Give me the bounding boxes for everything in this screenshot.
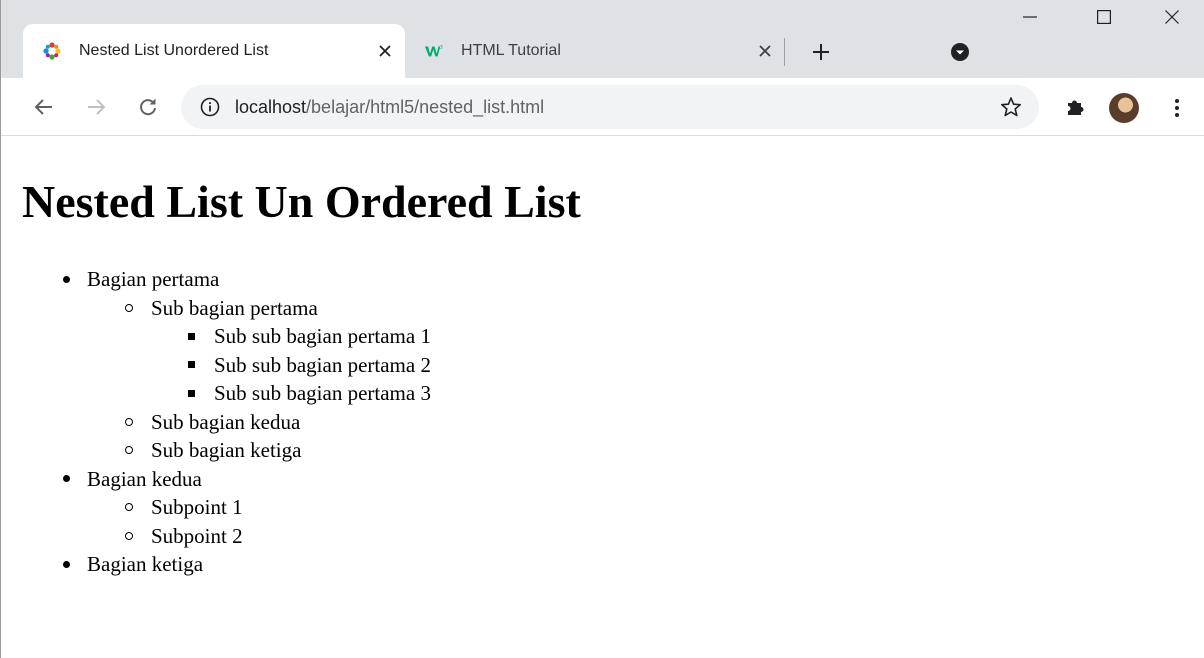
nested-list: Bagian pertama Sub bagian pertama Sub sub …: [1, 265, 431, 579]
list-item-label: Sub sub bagian pertama 2: [214, 352, 431, 377]
reload-button[interactable]: [133, 92, 163, 122]
svg-text:3: 3: [440, 44, 443, 50]
url-path: /belajar/html5/nested_list.html: [306, 96, 545, 117]
extensions-puzzle-icon[interactable]: [1061, 93, 1089, 121]
circle-bullet-icon: [125, 493, 133, 522]
forward-button[interactable]: [81, 92, 111, 122]
square-bullet-icon: [188, 322, 195, 351]
browser-window: Nested List Unordered List 3 HTML Tutori…: [0, 0, 1204, 658]
w3schools-icon: 3: [425, 42, 443, 60]
maximize-icon: [1097, 10, 1111, 24]
browser-toolbar: localhost/belajar/html5/nested_list.html: [1, 78, 1204, 136]
list-item-label: Bagian ketiga: [87, 552, 204, 576]
square-bullet-icon: [188, 379, 195, 408]
list-item: Bagian kedua: [1, 465, 431, 494]
tab-nested-list[interactable]: Nested List Unordered List: [23, 24, 405, 78]
list-item: Subpoint 1: [1, 493, 431, 522]
circle-bullet-icon: [125, 294, 133, 323]
list-item: Sub bagian ketiga: [1, 436, 431, 465]
list-item-label: Bagian pertama: [87, 267, 220, 291]
tab-separator: [784, 38, 785, 66]
circle-bullet-icon: [125, 522, 133, 551]
tab-strip: Nested List Unordered List 3 HTML Tutori…: [1, 0, 1204, 78]
list-item-label: Sub bagian kedua: [151, 409, 301, 434]
circle-bullet-icon: [125, 408, 133, 437]
address-bar[interactable]: localhost/belajar/html5/nested_list.html: [181, 85, 1039, 129]
list-item-label: Sub bagian ketiga: [151, 438, 302, 462]
list-item-label: Sub bagian pertama: [151, 295, 318, 320]
list-item-label: Sub sub bagian pertama 3: [214, 381, 431, 405]
url-text: localhost/belajar/html5/nested_list.html: [235, 97, 544, 118]
new-tab-button[interactable]: [807, 38, 835, 66]
list-item: Sub sub bagian pertama 3: [1, 379, 431, 408]
disc-bullet-icon: [63, 265, 70, 294]
info-icon[interactable]: [199, 96, 221, 118]
disc-bullet-icon: [63, 465, 70, 494]
minimize-icon: [1023, 16, 1037, 18]
arrow-left-icon: [34, 99, 52, 115]
list-item: Sub sub bagian pertama 2: [1, 351, 431, 380]
close-tab-icon[interactable]: [373, 39, 397, 63]
close-window-button[interactable]: [1139, 0, 1204, 34]
page-content: Nested List Un Ordered List Bagian perta…: [1, 137, 1204, 658]
chevron-down-circle-icon: [951, 43, 969, 61]
colorful-puzzle-icon: [43, 42, 61, 60]
list-item-label: Sub sub bagian pertama 1: [214, 324, 431, 348]
list-item-label: Subpoint 2: [151, 523, 243, 548]
page-heading: Nested List Un Ordered List: [22, 176, 581, 227]
close-icon: [1165, 10, 1179, 24]
minimize-button[interactable]: [997, 0, 1063, 34]
tab-title: HTML Tutorial: [461, 42, 561, 59]
list-item-label: Bagian kedua: [87, 466, 202, 491]
close-tab-icon[interactable]: [753, 39, 777, 63]
list-item: Subpoint 2: [1, 522, 431, 551]
maximize-button[interactable]: [1071, 0, 1137, 34]
plus-icon: [813, 44, 829, 60]
list-item: Sub bagian pertama: [1, 294, 431, 323]
url-host: localhost: [235, 96, 307, 117]
list-item: Sub sub bagian pertama 1: [1, 322, 431, 351]
list-item: Sub bagian kedua: [1, 408, 431, 437]
disc-bullet-icon: [63, 550, 70, 579]
tab-search-button[interactable]: [948, 40, 972, 64]
square-bullet-icon: [188, 351, 195, 380]
arrow-right-icon: [88, 99, 106, 115]
reload-icon: [140, 98, 156, 116]
circle-bullet-icon: [125, 436, 133, 465]
list-item-label: Subpoint 1: [151, 495, 243, 519]
profile-avatar[interactable]: [1109, 93, 1139, 123]
tab-html-tutorial[interactable]: 3 HTML Tutorial: [405, 24, 785, 78]
list-item: Bagian pertama: [1, 265, 431, 294]
bookmark-star-icon[interactable]: [999, 95, 1023, 119]
tab-title: Nested List Unordered List: [79, 42, 269, 59]
back-button[interactable]: [29, 92, 59, 122]
kebab-menu-icon[interactable]: [1165, 93, 1189, 123]
list-item: Bagian ketiga: [1, 550, 431, 579]
